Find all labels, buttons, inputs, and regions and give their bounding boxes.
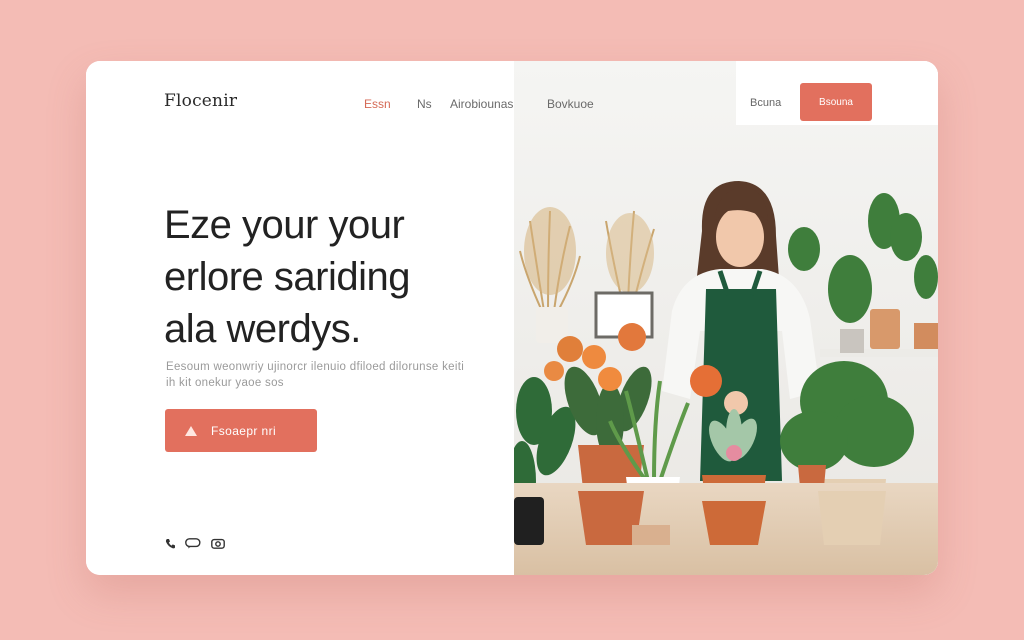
hero-photo: Bcuna Bsouna <box>514 61 938 575</box>
signup-button[interactable]: Bsouna <box>800 83 872 121</box>
hero-cta-button[interactable]: Fsoaepr nri <box>165 409 317 452</box>
nav-item-arrangements[interactable]: Airobiounas <box>450 97 513 111</box>
auth-bar: Bcuna Bsouna <box>736 61 938 125</box>
landing-card: Flocenir Eze your your erlore sariding a… <box>86 61 938 575</box>
phone-icon[interactable] <box>165 538 175 552</box>
hero-subtext: Eesoum weonwriy ujinorcr ilenuio dfiloed… <box>166 361 465 389</box>
florist-photo-illustration <box>514 61 938 575</box>
triangle-icon <box>185 425 197 436</box>
camera-icon[interactable] <box>211 538 225 552</box>
login-link[interactable]: Bcuna <box>750 97 781 109</box>
headline-line: erlore sariding <box>164 255 410 299</box>
social-links <box>165 538 225 552</box>
nav-item-home[interactable]: Essn <box>364 97 391 111</box>
brand-logo[interactable]: Flocenir <box>164 91 237 111</box>
hero-headline: Eze your your erlore sariding ala werdys… <box>164 199 410 355</box>
headline-line: ala werdys. <box>164 307 361 351</box>
nav-item-bookings[interactable]: Bovkuoe <box>547 97 594 111</box>
hero-left-panel: Flocenir Eze your your erlore sariding a… <box>86 61 514 575</box>
nav-item-ns[interactable]: Ns <box>417 97 432 111</box>
headline-line: Eze your your <box>164 203 405 247</box>
cta-label: Fsoaepr nri <box>211 423 277 438</box>
chat-icon[interactable] <box>185 538 201 552</box>
